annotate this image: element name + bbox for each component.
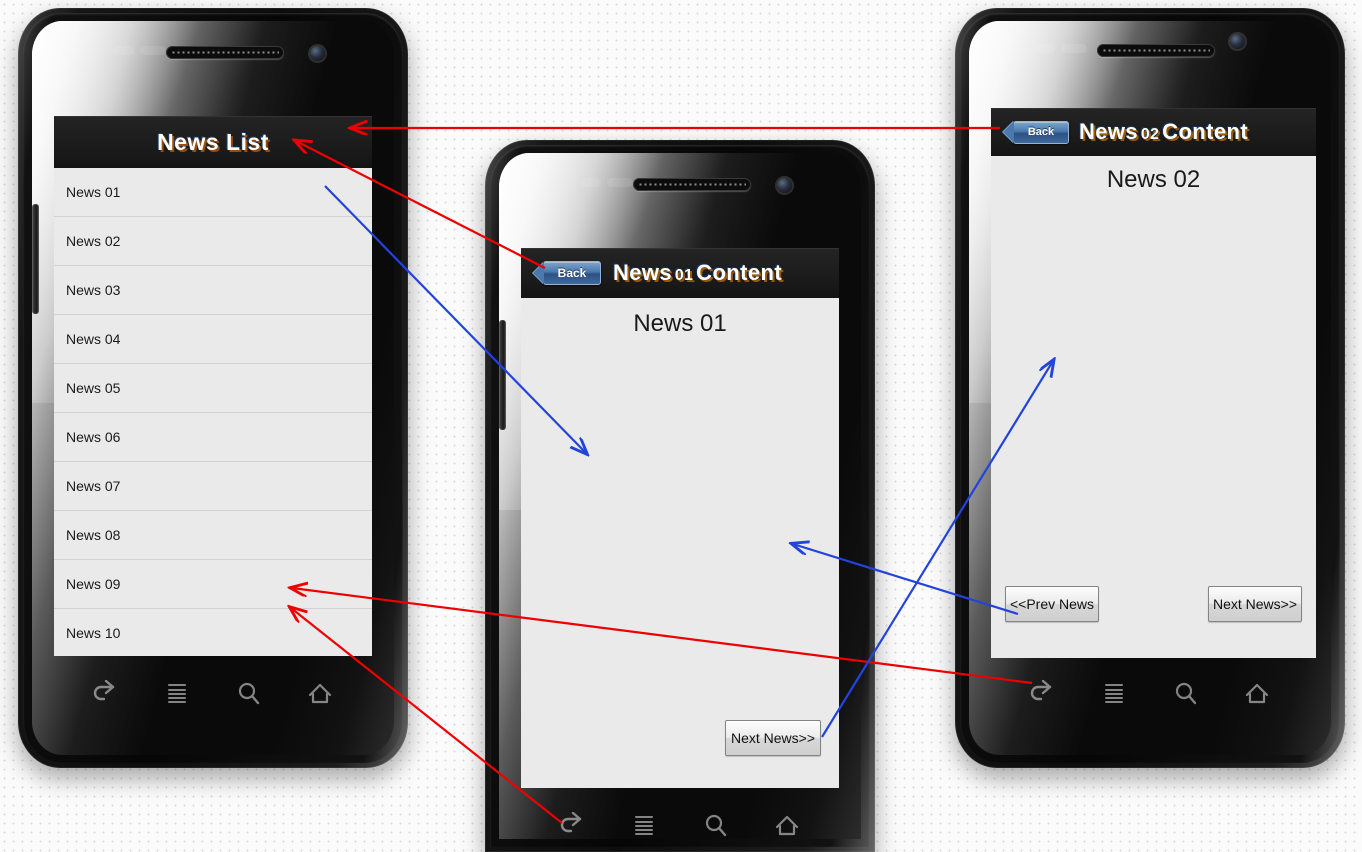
volume-button[interactable]	[499, 320, 506, 430]
back-button[interactable]: Back	[1013, 120, 1069, 144]
content-title: News 01	[633, 310, 727, 337]
earpiece-speaker-icon	[633, 178, 751, 191]
back-button[interactable]: Back	[543, 261, 601, 285]
back-icon[interactable]	[558, 812, 588, 838]
menu-icon[interactable]	[1099, 680, 1129, 706]
home-icon[interactable]	[1242, 680, 1272, 706]
proximity-sensor-icon	[581, 178, 601, 187]
list-item-label: News 05	[66, 380, 121, 396]
page-title: News 02 Content	[1079, 119, 1248, 145]
screen-news-02-content: Back News 02 Content News 02 <<Prev News N…	[991, 108, 1316, 658]
earpiece-speaker-icon	[166, 46, 284, 59]
news-list: News 01 News 02 News 03 News 04 News 05 News …	[54, 168, 372, 656]
list-item[interactable]: News 03	[54, 266, 372, 315]
list-item-label: News 09	[66, 576, 121, 592]
back-button-label: Back	[1027, 126, 1055, 138]
earpiece-speaker-icon	[1097, 44, 1215, 57]
title-suffix: Content	[696, 260, 783, 285]
phone-news-list: News List News 01 News 02 News 03 News 04 Ne…	[18, 8, 408, 768]
list-item-label: News 02	[66, 233, 121, 249]
next-news-button[interactable]: Next News>>	[1208, 586, 1302, 622]
list-item-label: News 08	[66, 527, 121, 543]
screen-news-list: News List News 01 News 02 News 03 News 04 Ne…	[54, 116, 372, 656]
light-sensor-icon	[140, 46, 166, 55]
search-icon[interactable]	[1171, 680, 1201, 706]
list-item[interactable]: News 06	[54, 413, 372, 462]
list-item-label: News 04	[66, 331, 121, 347]
next-news-button[interactable]: Next News>>	[725, 720, 821, 756]
page-title: News 01 Content	[613, 260, 782, 286]
menu-icon[interactable]	[162, 680, 192, 706]
phone-news-01-content: Back News 01 Content News 01 Next News>>	[485, 140, 875, 852]
home-icon[interactable]	[305, 680, 335, 706]
light-sensor-icon	[607, 178, 633, 187]
list-item[interactable]: News 02	[54, 217, 372, 266]
list-item-label: News 03	[66, 282, 121, 298]
next-news-button-label: Next News>>	[1212, 596, 1298, 612]
content-area: News 02 <<Prev News Next News>>	[991, 156, 1316, 658]
titlebar-news-02-content: Back News 02 Content	[991, 108, 1316, 156]
back-icon[interactable]	[91, 680, 121, 706]
list-item[interactable]: News 05	[54, 364, 372, 413]
title-suffix: Content	[1162, 119, 1249, 144]
list-item[interactable]: News 04	[54, 315, 372, 364]
next-news-button-label: Next News>>	[730, 730, 816, 746]
proximity-sensor-icon	[114, 46, 134, 55]
search-icon[interactable]	[701, 812, 731, 838]
front-camera-icon	[310, 46, 325, 61]
proximity-sensor-icon	[1035, 44, 1055, 53]
list-item[interactable]: News 08	[54, 511, 372, 560]
android-navbar	[537, 800, 823, 850]
prev-news-button-label: <<Prev News	[1009, 596, 1095, 612]
content-area: News 01 Next News>>	[521, 298, 839, 788]
menu-icon[interactable]	[629, 812, 659, 838]
android-navbar	[1007, 668, 1293, 718]
phone-news-02-content: Back News 02 Content News 02 <<Prev News N…	[955, 8, 1345, 768]
diagram-canvas: News List News 01 News 02 News 03 News 04 Ne…	[0, 0, 1362, 852]
light-sensor-icon	[1061, 44, 1087, 53]
list-item-label: News 10	[66, 625, 121, 641]
home-icon[interactable]	[772, 812, 802, 838]
content-title: News 02	[1106, 166, 1201, 193]
titlebar-news-01-content: Back News 01 Content	[521, 248, 839, 298]
list-item[interactable]: News 07	[54, 462, 372, 511]
list-item-label: News 07	[66, 478, 121, 494]
prev-news-button[interactable]: <<Prev News	[1005, 586, 1099, 622]
page-title: News List	[157, 128, 269, 155]
android-navbar	[70, 668, 356, 718]
list-item[interactable]: News 01	[54, 168, 372, 217]
title-number: 01	[674, 267, 694, 284]
list-item-label: News 01	[66, 184, 121, 200]
back-button-label: Back	[557, 266, 587, 280]
volume-button[interactable]	[32, 204, 39, 314]
list-item[interactable]: News 10	[54, 609, 372, 656]
search-icon[interactable]	[234, 680, 264, 706]
screen-news-01-content: Back News 01 Content News 01 Next News>>	[521, 248, 839, 788]
title-number: 02	[1140, 126, 1160, 143]
list-item-label: News 06	[66, 429, 121, 445]
front-camera-icon	[1230, 34, 1245, 49]
title-prefix: News	[613, 260, 673, 285]
front-camera-icon	[777, 178, 792, 193]
title-prefix: News	[1079, 119, 1139, 144]
back-icon[interactable]	[1028, 680, 1058, 706]
titlebar-news-list: News List	[54, 116, 372, 168]
list-item[interactable]: News 09	[54, 560, 372, 609]
